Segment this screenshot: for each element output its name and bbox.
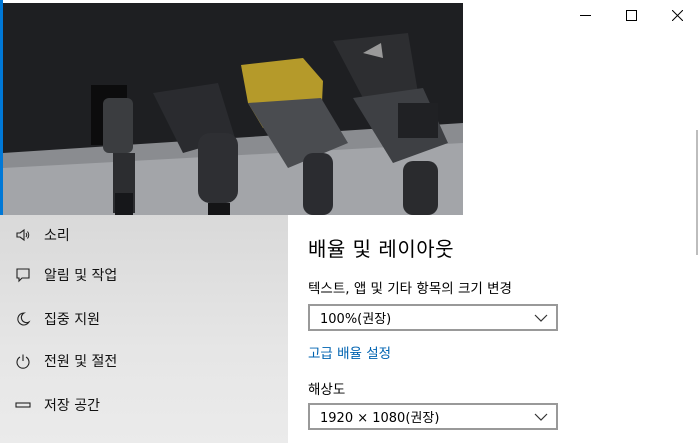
close-button[interactable] [654, 0, 700, 30]
resolution-label: 해상도 [308, 382, 346, 398]
scrollbar-thumb[interactable] [696, 130, 698, 255]
resolution-dropdown[interactable]: 1920 × 1080(권장) [308, 403, 558, 430]
title-bar [463, 0, 700, 30]
scale-label: 텍스트, 앱 및 기타 항목의 크기 변경 [308, 281, 512, 297]
vertical-scrollbar[interactable] [695, 30, 700, 443]
sidebar-item-label: 소리 [44, 228, 70, 244]
maximize-button[interactable] [608, 0, 654, 30]
minimize-icon [579, 14, 591, 16]
minimize-button[interactable] [562, 0, 608, 30]
sidebar-item-storage[interactable]: 저장 공간 [0, 385, 288, 425]
resolution-dropdown-value: 1920 × 1080(권장) [320, 411, 440, 426]
close-icon [671, 9, 683, 21]
storage-icon [14, 396, 32, 414]
advanced-scaling-link[interactable]: 고급 배율 설정 [308, 342, 391, 362]
sidebar-item-focus-assist[interactable]: 집중 지원 [0, 299, 288, 339]
sidebar-item-notifications[interactable]: 알림 및 작업 [0, 255, 288, 295]
chevron-down-icon [534, 314, 548, 322]
sidebar-item-sound[interactable]: 소리 [0, 215, 288, 255]
notification-icon [14, 266, 32, 284]
sidebar-item-power[interactable]: 전원 및 절전 [0, 341, 288, 381]
sidebar-item-label: 집중 지원 [44, 312, 100, 328]
chevron-down-icon [534, 413, 548, 421]
moon-icon [14, 310, 32, 328]
window-controls [562, 0, 700, 30]
maximize-icon [625, 9, 637, 21]
scale-dropdown[interactable]: 100%(권장) [308, 304, 558, 331]
settings-main-pane: 배율 및 레이아웃 텍스트, 앱 및 기타 항목의 크기 변경 100%(권장)… [288, 215, 700, 443]
cable-connectors-photo [3, 3, 463, 215]
scale-dropdown-value: 100%(권장) [320, 312, 392, 327]
speaker-icon [14, 226, 32, 244]
power-icon [14, 352, 32, 370]
sidebar-item-label: 저장 공간 [44, 398, 100, 414]
section-title: 배율 및 레이아웃 [308, 237, 455, 261]
sidebar-item-label: 알림 및 작업 [44, 268, 118, 284]
settings-sidebar: 소리 알림 및 작업 집중 지원 전원 및 절전 저장 공간 [0, 215, 288, 443]
sidebar-item-label: 전원 및 절전 [44, 354, 118, 370]
